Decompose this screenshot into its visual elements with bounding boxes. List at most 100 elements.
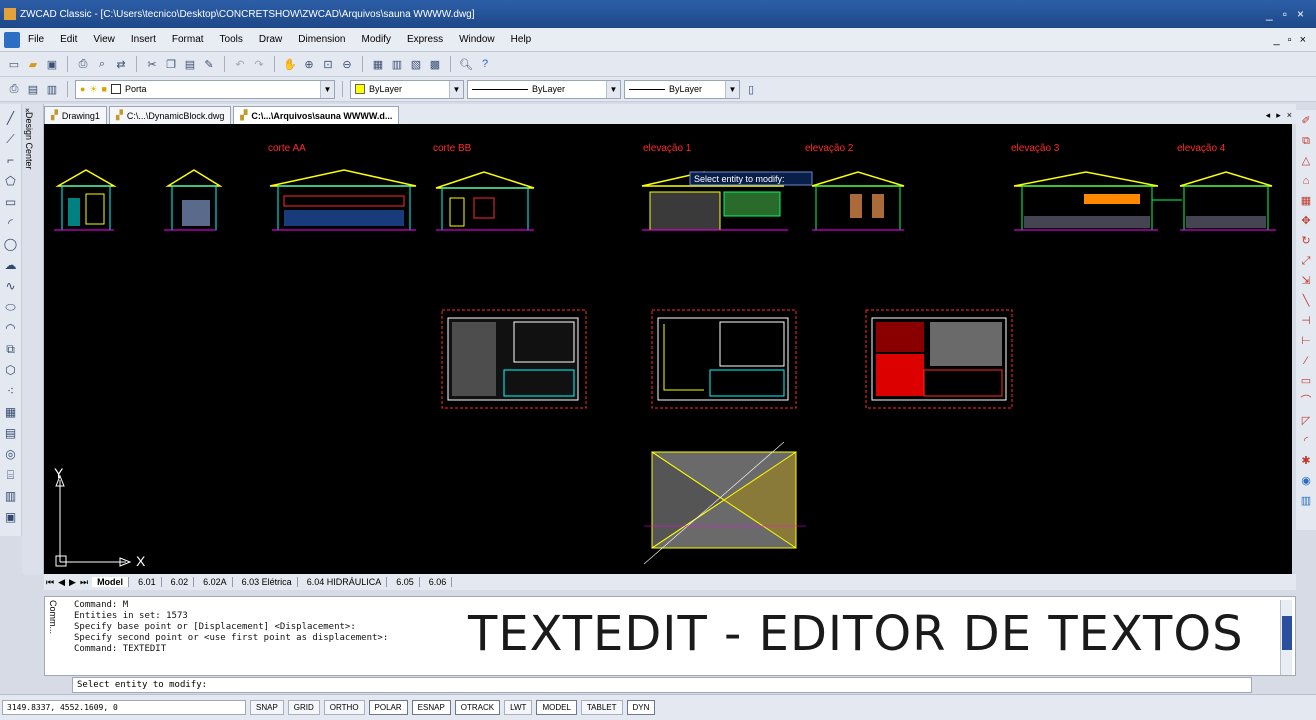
- tab-6-04[interactable]: 6.04 HIDRÁULICA: [302, 577, 388, 587]
- chamfer-icon[interactable]: ◸: [1302, 414, 1310, 428]
- layer-dropdown[interactable]: ● ☀ ■ Porta ▼: [75, 79, 335, 99]
- color-dropdown[interactable]: ByLayer ▼: [350, 79, 464, 99]
- chevron-down-icon[interactable]: ▼: [725, 80, 739, 98]
- linetype-dropdown[interactable]: ByLayer ▼: [467, 79, 621, 99]
- tab-scroll-left-icon[interactable]: ◂: [1266, 110, 1271, 121]
- calculator-icon[interactable]: ▩: [427, 56, 443, 72]
- insert-block-icon[interactable]: ⧉: [6, 341, 15, 357]
- dyn-toggle[interactable]: DYN: [626, 700, 656, 715]
- label-elevacao-2[interactable]: elevação 2: [805, 143, 854, 154]
- tab-6-01[interactable]: 6.01: [133, 577, 162, 587]
- redo-icon[interactable]: ↷: [251, 56, 267, 72]
- first-tab-icon[interactable]: ⏮: [46, 577, 54, 588]
- tab-6-02a[interactable]: 6.02A: [198, 577, 233, 587]
- save-icon[interactable]: ▣: [44, 56, 60, 72]
- trim-icon[interactable]: ⊣: [1301, 314, 1311, 328]
- polygon-icon[interactable]: ⬠: [5, 173, 15, 189]
- chevron-down-icon[interactable]: ▼: [606, 80, 620, 98]
- zoom-realtime-icon[interactable]: ⊕: [301, 56, 317, 72]
- gradient-icon[interactable]: ▤: [5, 425, 16, 441]
- cut-icon[interactable]: ✂: [144, 56, 160, 72]
- revcloud-icon[interactable]: ☁: [5, 257, 17, 273]
- wipeout-icon[interactable]: ▣: [5, 509, 16, 525]
- publish-icon[interactable]: ⇄: [113, 56, 129, 72]
- menu-help[interactable]: Help: [503, 34, 540, 45]
- mirror-icon[interactable]: △: [1302, 154, 1310, 168]
- new-icon[interactable]: ▭: [6, 56, 22, 72]
- tab-6-06[interactable]: 6.06: [424, 577, 453, 587]
- esnap-toggle[interactable]: ESNAP: [411, 700, 451, 715]
- menu-format[interactable]: Format: [164, 34, 212, 45]
- zoom-previous-icon[interactable]: ⊖: [339, 56, 355, 72]
- close-button[interactable]: ×: [1297, 7, 1304, 21]
- break-point-icon[interactable]: ⁄: [1305, 354, 1307, 368]
- ellipse-icon[interactable]: ⬭: [5, 299, 15, 315]
- tab-close-icon[interactable]: ×: [1287, 110, 1292, 120]
- stretch-icon[interactable]: ⇲: [1301, 274, 1310, 288]
- array-icon[interactable]: ▦: [1301, 194, 1311, 208]
- region-icon[interactable]: ◎: [5, 446, 15, 462]
- hatch-icon[interactable]: ▦: [5, 404, 16, 420]
- doc-minimize-button[interactable]: _: [1274, 34, 1280, 46]
- pan-icon[interactable]: ✋: [282, 56, 298, 72]
- minimize-button[interactable]: _: [1266, 7, 1273, 21]
- chevron-down-icon[interactable]: ▼: [320, 80, 334, 98]
- elevacao-4-drawing[interactable]: [1179, 171, 1276, 231]
- menu-file[interactable]: File: [20, 34, 52, 45]
- app-menu-icon[interactable]: [4, 31, 20, 48]
- floor-plan-3[interactable]: [865, 309, 1013, 409]
- break-icon[interactable]: ▭: [1301, 374, 1311, 388]
- next-tab-icon[interactable]: ▶: [69, 577, 76, 588]
- rectangle-icon[interactable]: ▭: [5, 194, 16, 210]
- lengthen-icon[interactable]: ╲: [1303, 294, 1310, 308]
- tool-palettes-icon[interactable]: ▧: [408, 56, 424, 72]
- doc-close-button[interactable]: ×: [1300, 34, 1306, 46]
- doc-restore-button[interactable]: ▫: [1288, 34, 1292, 46]
- rotate-icon[interactable]: ↻: [1301, 234, 1310, 248]
- ellipse-arc-icon[interactable]: ◠: [5, 320, 15, 336]
- design-center-icon[interactable]: ▥: [389, 56, 405, 72]
- polyline-icon[interactable]: ⌐: [7, 152, 14, 168]
- maximize-button[interactable]: ▫: [1283, 7, 1287, 21]
- print-preview-icon[interactable]: ⌕: [94, 56, 110, 72]
- plot-style-icon[interactable]: ▯: [743, 81, 759, 97]
- offset-icon[interactable]: ⌂: [1303, 174, 1310, 188]
- undo-icon[interactable]: ↶: [232, 56, 248, 72]
- erase-icon[interactable]: ✐: [1301, 114, 1310, 128]
- label-corte-bb[interactable]: corte BB: [433, 143, 472, 154]
- roof-plan[interactable]: [643, 441, 806, 565]
- circle-icon[interactable]: ◯: [4, 236, 17, 252]
- section-left-second[interactable]: [164, 169, 223, 231]
- explode-icon[interactable]: ✱: [1301, 454, 1310, 468]
- label-corte-aa[interactable]: corte AA: [268, 143, 306, 154]
- match-properties-icon[interactable]: ✎: [201, 56, 217, 72]
- layer-previous-icon[interactable]: ▥: [44, 81, 60, 97]
- model-toggle[interactable]: MODEL: [536, 700, 577, 715]
- menu-dimension[interactable]: Dimension: [290, 34, 353, 45]
- drawing-canvas[interactable]: corte AA corte BB elevação 1 elevação 2 …: [44, 124, 1292, 574]
- grid-toggle[interactable]: GRID: [287, 700, 320, 715]
- tab-6-03[interactable]: 6.03 Elétrica: [237, 577, 298, 587]
- scale-icon[interactable]: ⤢: [1302, 254, 1311, 268]
- print-icon[interactable]: ⎙: [6, 81, 22, 97]
- point-icon[interactable]: ⁖: [7, 383, 14, 399]
- corte-bb-drawing[interactable]: [435, 171, 535, 231]
- tab-scroll-right-icon[interactable]: ▸: [1276, 110, 1281, 121]
- menu-edit[interactable]: Edit: [52, 34, 85, 45]
- label-elevacao-1[interactable]: elevação 1: [643, 143, 692, 154]
- command-input[interactable]: Select entity to modify:: [72, 677, 1252, 693]
- make-block-icon[interactable]: ⬡: [5, 362, 15, 378]
- doc-tab-sauna[interactable]: ▞ C:\...\Arquivos\sauna WWWW.d...: [233, 106, 400, 124]
- paste-icon[interactable]: ▤: [182, 56, 198, 72]
- lineweight-dropdown[interactable]: ByLayer ▼: [624, 79, 740, 99]
- menu-window[interactable]: Window: [451, 34, 503, 45]
- corte-aa-drawing[interactable]: [269, 169, 417, 231]
- menu-insert[interactable]: Insert: [123, 34, 164, 45]
- chevron-down-icon[interactable]: ▼: [449, 80, 463, 98]
- command-scrollbar[interactable]: [1280, 600, 1292, 675]
- label-elevacao-4[interactable]: elevação 4: [1177, 143, 1226, 154]
- polar-toggle[interactable]: POLAR: [368, 700, 408, 715]
- elevacao-2-drawing[interactable]: [811, 171, 905, 231]
- layer-manager-icon[interactable]: ▤: [25, 81, 41, 97]
- last-tab-icon[interactable]: ⏭: [80, 577, 88, 588]
